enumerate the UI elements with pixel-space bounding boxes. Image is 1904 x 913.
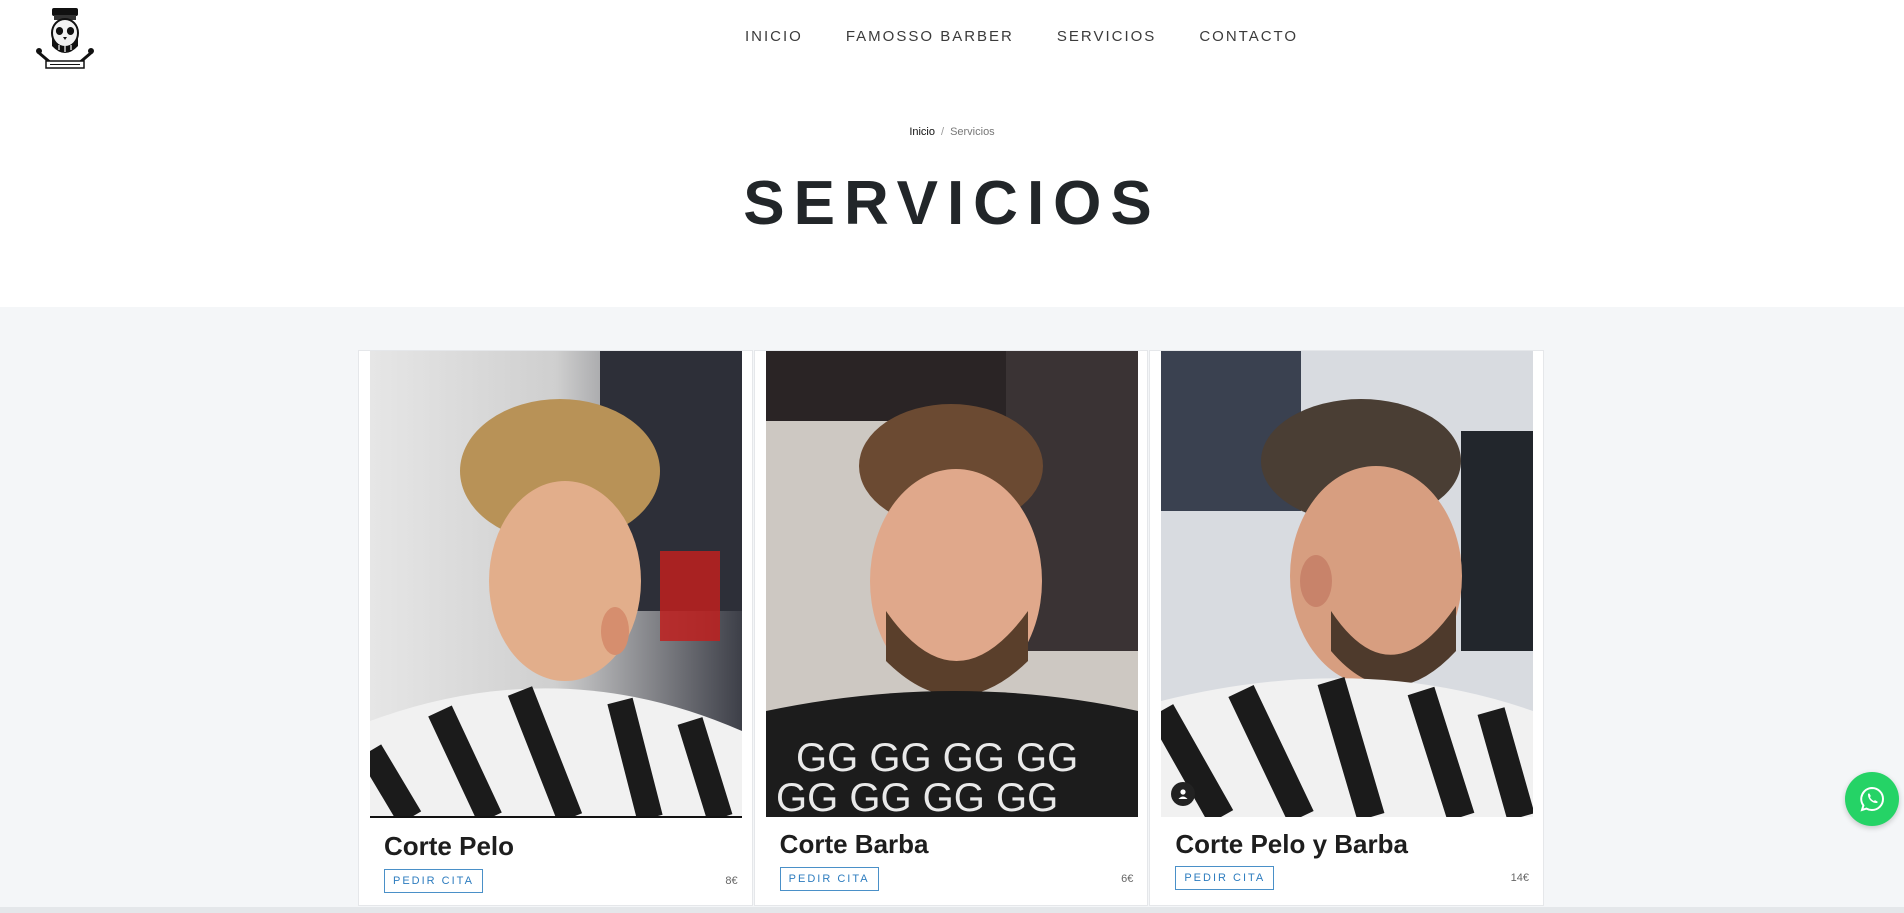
book-appointment-button[interactable]: PEDIR CITA [1175, 866, 1275, 890]
nav-item-contacto[interactable]: CONTACTO [1199, 28, 1298, 45]
service-price: 8€ [725, 875, 738, 887]
service-photo [370, 351, 742, 818]
services-section: Corte Pelo PEDIR CITA 8€ GG GG GG GG GG … [0, 307, 1904, 913]
service-title: Corte Pelo y Barba [1175, 829, 1408, 859]
page-title: SERVICIOS [743, 169, 1161, 238]
service-card-corte-pelo-y-barba: Corte Pelo y Barba PEDIR CITA 14€ [1149, 350, 1545, 906]
barber-skull-logo[interactable] [34, 6, 96, 72]
book-appointment-button[interactable]: PEDIR CITA [384, 869, 483, 893]
service-photo: GG GG GG GG GG GG GG GG [765, 351, 1138, 817]
breadcrumb-separator: / [941, 126, 945, 138]
service-photo [1161, 351, 1534, 817]
nav-item-famosso-barber[interactable]: FAMOSSO BARBER [846, 28, 1014, 45]
service-price: 6€ [1121, 873, 1134, 885]
service-card-corte-barba: GG GG GG GG GG GG GG GG Corte Barba PEDI… [753, 350, 1149, 906]
book-appointment-button[interactable]: PEDIR CITA [779, 867, 879, 891]
whatsapp-chat-button[interactable] [1845, 772, 1899, 826]
service-title: Corte Pelo [384, 831, 515, 861]
nav-item-inicio[interactable]: INICIO [745, 28, 803, 45]
breadcrumb-current: Servicios [950, 126, 995, 138]
main-nav: INICIO FAMOSSO BARBER SERVICIOS CONTACTO [745, 0, 1341, 72]
svg-text:GG GG GG GG: GG GG GG GG [796, 736, 1078, 780]
breadcrumb-home-link[interactable]: Inicio [909, 126, 935, 138]
top-navbar: INICIO FAMOSSO BARBER SERVICIOS CONTACTO [0, 0, 1904, 78]
page-header: Inicio / Servicios SERVICIOS [0, 78, 1904, 307]
services-grid: Corte Pelo PEDIR CITA 8€ GG GG GG GG GG … [358, 350, 1545, 906]
svg-text:GG GG GG GG: GG GG GG GG [776, 776, 1058, 817]
service-price: 14€ [1510, 872, 1530, 884]
service-title: Corte Barba [779, 829, 929, 859]
breadcrumb: Inicio / Servicios [0, 126, 1904, 138]
nav-item-servicios[interactable]: SERVICIOS [1057, 28, 1156, 45]
whatsapp-icon [1860, 786, 1884, 812]
bottom-edge [0, 907, 1904, 913]
service-card-corte-pelo: Corte Pelo PEDIR CITA 8€ [358, 350, 753, 906]
